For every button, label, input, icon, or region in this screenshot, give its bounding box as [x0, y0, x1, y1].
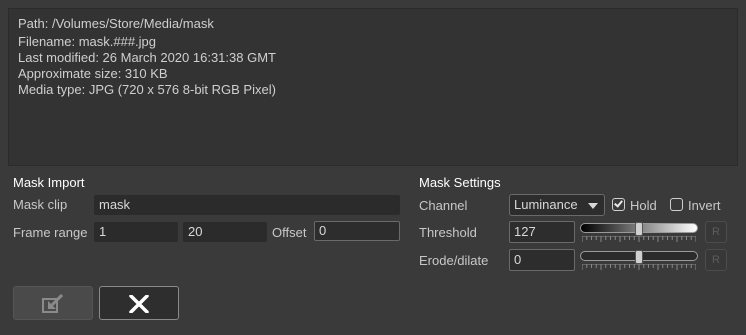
invert-checkbox[interactable] — [670, 198, 683, 211]
mask-clip-label: Mask clip — [13, 197, 68, 212]
threshold-ticks — [582, 236, 696, 242]
invert-label: Invert — [688, 198, 721, 213]
checkmark-icon — [614, 198, 623, 208]
erode-dilate-label: Erode/dilate — [419, 253, 489, 268]
path-text: Path: /Volumes/Store/Media/mask — [18, 16, 214, 31]
chevron-down-icon — [588, 203, 598, 209]
close-icon — [129, 295, 149, 313]
mask-settings-title: Mask Settings — [419, 175, 501, 190]
offset-field[interactable]: 0 — [314, 221, 400, 241]
cancel-button[interactable] — [99, 286, 179, 320]
threshold-slider[interactable] — [580, 221, 698, 243]
hold-label: Hold — [630, 198, 657, 213]
threshold-label: Threshold — [419, 225, 477, 240]
erode-dilate-slider[interactable] — [580, 249, 698, 271]
mask-clip-field[interactable]: mask — [94, 195, 400, 215]
media-type-text: Media type: JPG (720 x 576 8-bit RGB Pix… — [18, 82, 276, 97]
offset-label: Offset — [272, 225, 307, 240]
erode-dilate-field[interactable]: 0 — [509, 249, 575, 271]
channel-select-value: Luminance — [514, 197, 578, 212]
approx-size-text: Approximate size: 310 KB — [18, 66, 168, 81]
threshold-slider-handle[interactable] — [635, 222, 643, 236]
threshold-reset-button[interactable]: R — [705, 221, 727, 243]
mask-import-title: Mask Import — [13, 175, 85, 190]
frame-range-label: Frame range — [13, 225, 88, 240]
frame-end-field[interactable]: 20 — [183, 222, 267, 242]
filename-text: Filename: mask.###.jpg — [18, 34, 157, 49]
last-modified-text: Last modified: 26 March 2020 16:31:38 GM… — [18, 50, 276, 65]
threshold-field[interactable]: 127 — [509, 221, 575, 243]
erode-dilate-ticks — [582, 264, 696, 270]
frame-start-field[interactable]: 1 — [94, 222, 178, 242]
import-button[interactable] — [13, 286, 93, 320]
channel-label: Channel — [419, 198, 468, 213]
channel-select[interactable]: Luminance — [509, 194, 605, 216]
erode-dilate-reset-button[interactable]: R — [705, 249, 727, 271]
hold-checkbox[interactable] — [612, 198, 625, 211]
media-info-panel: Path: /Volumes/Store/Media/mask Filename… — [8, 8, 738, 166]
erode-dilate-slider-handle[interactable] — [635, 250, 643, 264]
import-icon — [42, 294, 64, 313]
